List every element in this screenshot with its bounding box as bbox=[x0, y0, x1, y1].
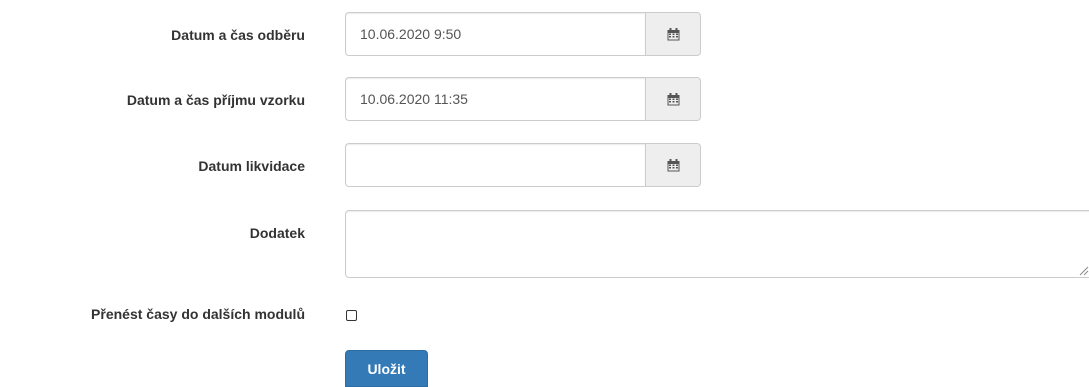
transfer-times-label: Přenést časy do dalších modulů bbox=[91, 306, 305, 322]
addendum-textarea[interactable] bbox=[345, 210, 1089, 278]
resize-grip-icon[interactable] bbox=[1077, 264, 1089, 276]
receipt-datetime-group bbox=[345, 77, 701, 121]
sample-times-form: Datum a čas odběru Datum a čas příjmu vz… bbox=[0, 0, 1089, 387]
disposal-date-calendar-button[interactable] bbox=[645, 143, 701, 187]
calendar-icon bbox=[667, 92, 680, 105]
disposal-date-label: Datum likvidace bbox=[198, 158, 305, 174]
calendar-icon bbox=[667, 158, 680, 171]
receipt-datetime-input[interactable] bbox=[345, 77, 646, 121]
receipt-datetime-calendar-button[interactable] bbox=[645, 77, 701, 121]
collection-datetime-calendar-button[interactable] bbox=[645, 12, 701, 56]
transfer-times-checkbox[interactable] bbox=[346, 310, 357, 321]
collection-datetime-group bbox=[345, 12, 701, 56]
calendar-icon bbox=[667, 27, 680, 40]
disposal-date-input[interactable] bbox=[345, 143, 646, 187]
receipt-datetime-label: Datum a čas příjmu vzorku bbox=[126, 92, 305, 108]
collection-datetime-input[interactable] bbox=[345, 12, 646, 56]
addendum-label: Dodatek bbox=[249, 225, 305, 241]
disposal-date-group bbox=[345, 143, 701, 187]
collection-datetime-label: Datum a čas odběru bbox=[171, 27, 305, 43]
save-button[interactable]: Uložit bbox=[345, 350, 428, 387]
